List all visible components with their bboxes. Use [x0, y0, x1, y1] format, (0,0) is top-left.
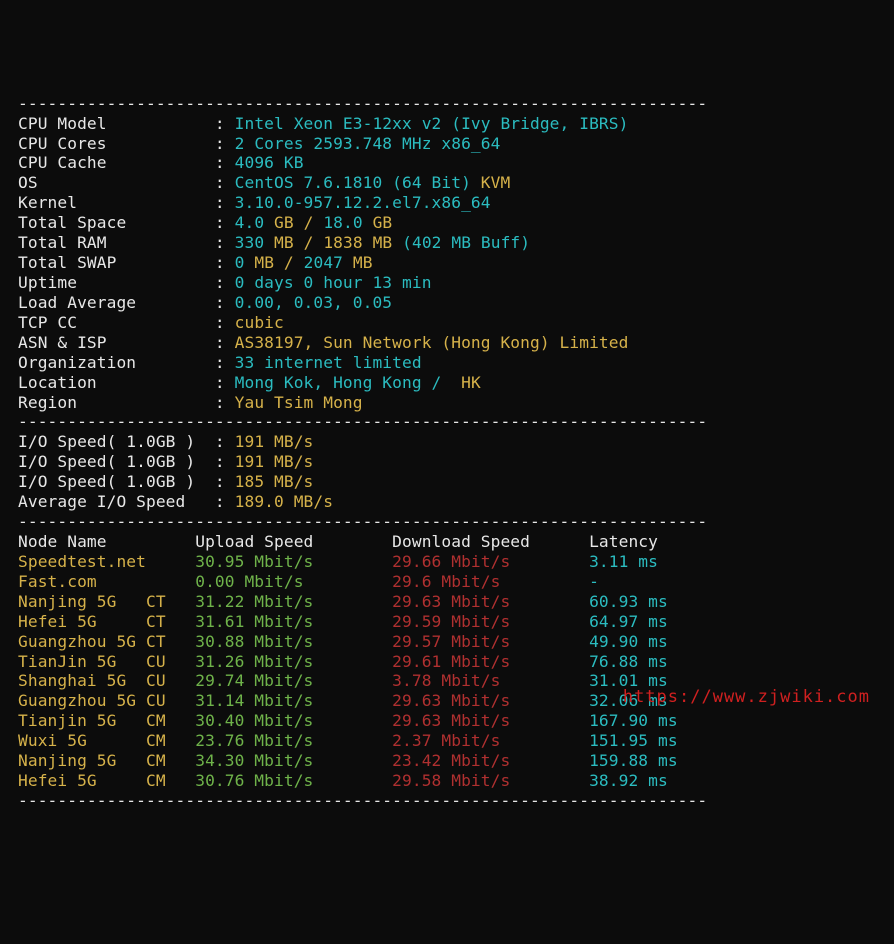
- watermark: https://www.zjwiki.com: [623, 687, 870, 708]
